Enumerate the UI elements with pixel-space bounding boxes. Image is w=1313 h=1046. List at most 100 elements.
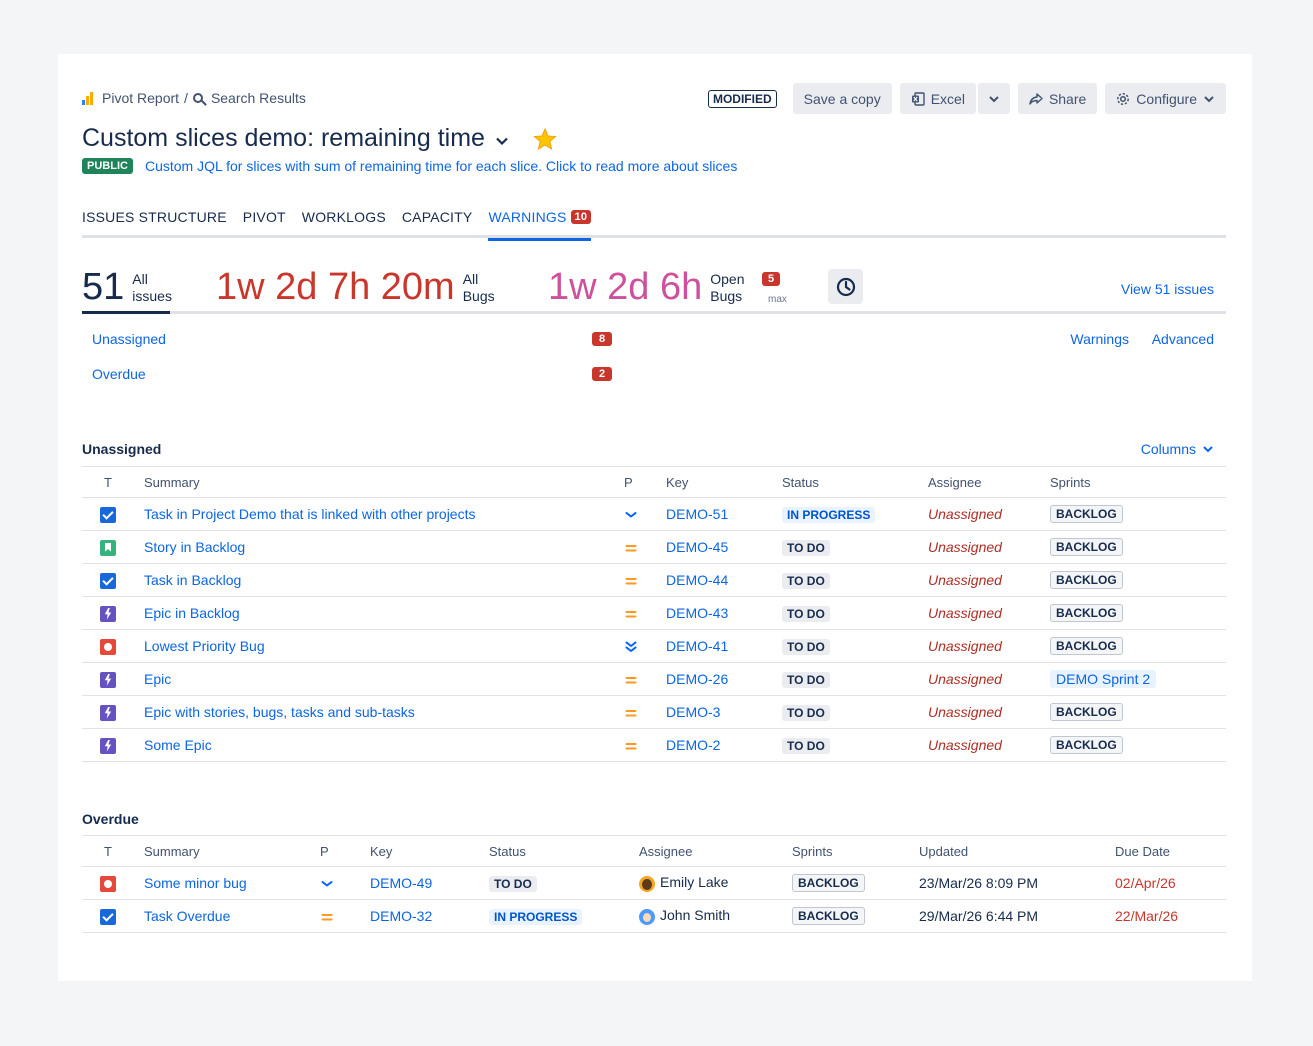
issue-summary-link[interactable]: Task in Backlog [144, 572, 241, 588]
label-line: All [132, 270, 148, 287]
column-header-summary[interactable]: Summary [134, 466, 624, 498]
sprint-link[interactable]: DEMO Sprint 2 [1050, 670, 1157, 688]
sprint-badge: BACKLOG [1050, 538, 1123, 556]
issue-summary-link[interactable]: Story in Backlog [144, 539, 245, 555]
column-header-type[interactable]: T [82, 466, 134, 498]
tab-worklogs[interactable]: WORKLOGS [302, 209, 386, 238]
column-header-type[interactable]: T [82, 835, 134, 867]
share-button[interactable]: Share [1017, 83, 1098, 114]
table-row[interactable]: Epic in Backlog DEMO-43 TO DO Unassigned BAC… [82, 596, 1226, 630]
column-header-key[interactable]: Key [666, 466, 782, 498]
column-header-status[interactable]: Status [782, 466, 928, 498]
issue-summary-link[interactable]: Epic [144, 671, 171, 687]
issue-summary-link[interactable]: Some Epic [144, 737, 212, 753]
stat-all-bugs[interactable]: 1w 2d 7h 20m All Bugs [216, 264, 495, 311]
issue-key-link[interactable]: DEMO-26 [666, 671, 728, 687]
stat-open-bugs[interactable]: 1w 2d 6h Open Bugs [548, 264, 744, 311]
due-date-value-cell: 02/Apr/26 [1115, 866, 1226, 900]
open-bugs-time: 1w 2d 6h [548, 266, 703, 308]
sprint-badge: BACKLOG [792, 874, 865, 892]
excel-dropdown-button[interactable] [977, 83, 1010, 114]
tab-pivot[interactable]: PIVOT [243, 209, 286, 238]
issue-key-link[interactable]: DEMO-3 [666, 704, 720, 720]
issue-key-link[interactable]: DEMO-2 [666, 737, 720, 753]
issue-key-link[interactable]: DEMO-32 [370, 908, 432, 924]
time-tracking-button[interactable] [828, 269, 863, 304]
column-header-assignee[interactable]: Assignee [928, 466, 1050, 498]
table-row[interactable]: Task in Backlog DEMO-44 TO DO Unassigned BAC… [82, 563, 1226, 597]
report-title: Custom slices demo: remaining time [82, 124, 485, 152]
column-header-priority[interactable]: P [320, 835, 370, 867]
type-cell [82, 899, 134, 933]
issue-key-link-cell: DEMO-41 [666, 629, 782, 663]
table-row[interactable]: Some Epic DEMO-2 TO DO Unassigned BACKLOG [82, 728, 1226, 762]
tab-capacity[interactable]: CAPACITY [402, 209, 473, 238]
column-header-sprints[interactable]: Sprints [792, 835, 919, 867]
type-cell [82, 728, 134, 762]
epic-type-icon [100, 704, 116, 721]
table-row[interactable]: Some minor bug DEMO-49 TO DO Emily Lake BACK… [82, 866, 1226, 900]
type-cell [82, 596, 134, 630]
star-icon[interactable] [533, 127, 557, 150]
unassigned-table: T Summary P Key Status Assignee Sprints … [82, 466, 1226, 762]
issue-key-link[interactable]: DEMO-44 [666, 572, 728, 588]
excel-button[interactable]: Excel [899, 83, 976, 114]
issue-summary-link[interactable]: Epic in Backlog [144, 605, 240, 621]
table-row[interactable]: Lowest Priority Bug DEMO-41 TO DO Unassigne… [82, 629, 1226, 663]
assignee-name[interactable]: Emily Lake [660, 874, 728, 890]
task-type-icon [100, 908, 116, 925]
tab-warnings[interactable]: WARNINGS 10 [488, 209, 592, 241]
issue-key-link[interactable]: DEMO-51 [666, 506, 728, 522]
advanced-link[interactable]: Advanced [1152, 331, 1214, 347]
issue-key-link[interactable]: DEMO-49 [370, 875, 432, 891]
column-header-updated[interactable]: Updated [919, 835, 1115, 867]
table-header-row: T Summary P Key Status Assignee Sprints … [82, 835, 1226, 867]
issue-summary-link[interactable]: Task in Project Demo that is linked with… [144, 506, 475, 522]
assignee-name[interactable]: John Smith [660, 907, 730, 923]
table-row[interactable]: Story in Backlog DEMO-45 TO DO Unassigned BA… [82, 530, 1226, 564]
type-cell [82, 497, 134, 531]
issue-summary-link[interactable]: Lowest Priority Bug [144, 638, 265, 654]
column-header-sprints[interactable]: Sprints [1050, 466, 1226, 498]
bug-type-icon [100, 875, 116, 892]
tab-issues-structure[interactable]: ISSUES STRUCTURE [82, 209, 227, 238]
assignee-value-cell: Unassigned [928, 629, 1050, 663]
issue-key-link[interactable]: DEMO-45 [666, 539, 728, 555]
report-description-link[interactable]: Custom JQL for slices with sum of remain… [145, 158, 737, 174]
stat-all-issues[interactable]: 51 All issues [82, 264, 172, 314]
overdue-section-title: Overdue [82, 811, 139, 827]
issue-summary-link[interactable]: Some minor bug [144, 875, 247, 891]
issue-key-link[interactable]: DEMO-43 [666, 605, 728, 621]
slice-overdue-link[interactable]: Overdue [92, 366, 146, 382]
status-lozenge: TO DO [782, 572, 830, 589]
issue-summary-link[interactable]: Task Overdue [144, 908, 230, 924]
table-row[interactable]: Epic with stories, bugs, tasks and sub-t… [82, 695, 1226, 729]
assignee-value-cell: Unassigned [928, 596, 1050, 630]
save-copy-button[interactable]: Save a copy [792, 83, 892, 114]
priority-cell [624, 629, 666, 663]
breadcrumb-pivot-report[interactable]: Pivot Report [102, 90, 179, 106]
issue-summary-link[interactable]: Epic with stories, bugs, tasks and sub-t… [144, 704, 415, 720]
issue-key-link[interactable]: DEMO-41 [666, 638, 728, 654]
status-lozenge: IN PROGRESS [782, 506, 876, 523]
breadcrumb-search-results[interactable]: Search Results [211, 90, 306, 106]
view-all-issues-link[interactable]: View 51 issues [1121, 281, 1214, 297]
column-header-assignee[interactable]: Assignee [639, 835, 792, 867]
table-row[interactable]: Task in Project Demo that is linked with… [82, 497, 1226, 531]
column-header-key[interactable]: Key [370, 835, 489, 867]
priority-cell [624, 596, 666, 630]
assignee-value: Unassigned [928, 572, 1002, 588]
columns-button[interactable]: Columns [1141, 441, 1214, 457]
configure-button[interactable]: Configure [1105, 83, 1226, 114]
column-header-due-date[interactable]: Due Date [1115, 835, 1226, 867]
column-header-priority[interactable]: P [624, 466, 666, 498]
table-row[interactable]: Epic DEMO-26 TO DO Unassigned DEMO Sprint 2 [82, 662, 1226, 696]
save-copy-label: Save a copy [803, 90, 881, 107]
warnings-link[interactable]: Warnings [1070, 331, 1129, 347]
slice-unassigned-link[interactable]: Unassigned [92, 331, 166, 347]
table-row[interactable]: Task Overdue DEMO-32 IN PROGRESS John Smith… [82, 899, 1226, 933]
column-header-summary[interactable]: Summary [134, 835, 320, 867]
column-header-status[interactable]: Status [489, 835, 639, 867]
chevron-down-icon[interactable] [495, 134, 509, 148]
sprint-badge: BACKLOG [1050, 703, 1123, 721]
